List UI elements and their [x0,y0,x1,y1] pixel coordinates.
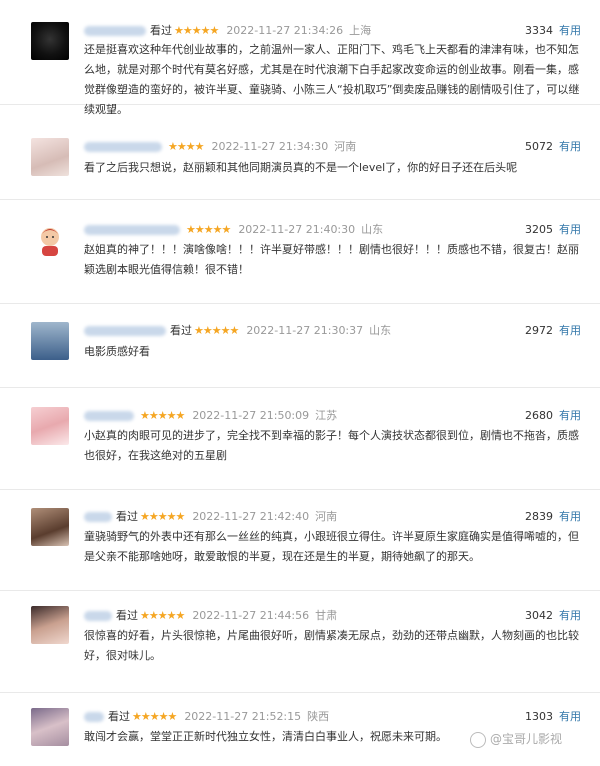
watermark-logo-icon [470,731,486,748]
comment-location: 河南 [334,140,357,153]
useful-button[interactable]: 有用 [559,609,581,622]
comment-location: 上海 [349,24,372,37]
avatar[interactable] [31,22,69,60]
rating-stars: ★★★★★ [140,409,185,422]
useful-button[interactable]: 有用 [559,324,581,337]
username-blurred[interactable] [84,26,146,36]
rating-stars: ★★★★★ [140,510,185,523]
comment-item: 看过 ★★★★★ 2022-11-27 21:30:37 山东 2972 有用 电影质感… [0,303,600,388]
vote-count: 1303 [525,710,553,723]
comment-meta: 看过 ★★★★★ 2022-11-27 21:52:15 陕西 [84,709,329,725]
vote-count: 3334 [525,24,553,37]
comment-time: 2022-11-27 21:34:26 [226,24,344,37]
rating-stars: ★★★★ [168,140,204,153]
watch-status: 看过 [170,324,192,337]
useful-button[interactable]: 有用 [559,24,581,37]
comment-item: ★★★★★ 2022-11-27 21:40:30 山东 3205 有用 赵姐真的神了… [0,199,600,304]
avatar[interactable] [31,407,69,445]
comment-text: 小赵真的肉眼可见的进步了，完全找不到幸福的影子！每个人演技状态都很到位，剧情也不… [84,429,579,462]
comment-text: 童骁骑野气的外表中还有那么一丝丝的纯真，小跟班很立得住。许半夏原生家庭确实是值得… [84,530,579,563]
watermark-text: @宝哥儿影视 [490,732,563,746]
comment-text: 很惊喜的好看，片头很惊艳，片尾曲很好听，剧情紧凑无尿点，劲劲的还带点幽默，人物刻… [84,629,579,662]
comment-meta: 看过 ★★★★★ 2022-11-27 21:34:26 上海 [84,23,371,39]
vote-area: 2680 有用 [525,408,581,424]
comment-time: 2022-11-27 21:40:30 [238,223,356,236]
comment-location: 河南 [315,510,338,523]
comment-location: 山东 [369,324,392,337]
rating-stars: ★★★★★ [174,24,219,37]
username-blurred[interactable] [84,225,180,235]
comment-location: 江苏 [315,409,338,422]
useful-button[interactable]: 有用 [559,710,581,723]
avatar[interactable] [31,508,69,546]
avatar[interactable] [31,221,69,259]
rating-stars: ★★★★★ [140,609,185,622]
username-blurred[interactable] [84,512,112,522]
useful-button[interactable]: 有用 [559,409,581,422]
useful-button[interactable]: 有用 [559,510,581,523]
vote-area: 3334 有用 [525,23,581,39]
comment-location: 山东 [361,223,384,236]
vote-count: 2839 [525,510,553,523]
username-blurred[interactable] [84,142,162,152]
vote-count: 2680 [525,409,553,422]
watch-status: 看过 [116,609,138,622]
comment-time: 2022-11-27 21:30:37 [246,324,364,337]
username-blurred[interactable] [84,411,134,421]
comment-time: 2022-11-27 21:34:30 [211,140,329,153]
comment-time: 2022-11-27 21:44:56 [192,609,310,622]
avatar[interactable] [31,606,69,644]
watch-status: 看过 [116,510,138,523]
username-blurred[interactable] [84,326,166,336]
comment-text: 赵姐真的神了！！！演啥像啥！！！许半夏好带感！！！剧情也很好！！！质感也不错，很… [84,243,579,276]
comment-meta: ★★★★★ 2022-11-27 21:40:30 山东 [84,222,383,238]
watch-status: 看过 [150,24,172,37]
rating-stars: ★★★★★ [132,710,177,723]
comment-meta: 看过 ★★★★★ 2022-11-27 21:42:40 河南 [84,509,337,525]
comment-list: 看过 ★★★★★ 2022-11-27 21:34:26 上海 3334 有用 还是挺喜… [0,0,600,766]
vote-area: 3042 有用 [525,608,581,624]
vote-count: 3042 [525,609,553,622]
watch-status: 看过 [108,710,130,723]
useful-button[interactable]: 有用 [559,140,581,153]
comment-text: 电影质感好看 [84,345,150,358]
comment-time: 2022-11-27 21:42:40 [192,510,310,523]
rating-stars: ★★★★★ [186,223,231,236]
vote-area: 1303 有用 [525,709,581,725]
watermark: @宝哥儿影视 [470,730,562,748]
rating-stars: ★★★★★ [194,324,239,337]
useful-button[interactable]: 有用 [559,223,581,236]
comment-time: 2022-11-27 21:50:09 [192,409,310,422]
comment-meta: 看过 ★★★★★ 2022-11-27 21:30:37 山东 [84,323,391,339]
avatar[interactable] [31,138,69,176]
username-blurred[interactable] [84,611,112,621]
vote-area: 2972 有用 [525,323,581,339]
comment-meta: 看过 ★★★★★ 2022-11-27 21:44:56 甘肃 [84,608,337,624]
vote-count: 2972 [525,324,553,337]
vote-count: 3205 [525,223,553,236]
vote-area: 5072 有用 [525,139,581,155]
cartoon-avatar-icon [41,228,59,256]
comment-location: 陕西 [307,710,330,723]
comment-item: ★★★★ 2022-11-27 21:34:30 河南 5072 有用 看了之后我只想… [0,104,600,200]
vote-area: 2839 有用 [525,509,581,525]
vote-area: 3205 有用 [525,222,581,238]
avatar[interactable] [31,322,69,360]
vote-count: 5072 [525,140,553,153]
comment-item: 看过 ★★★★★ 2022-11-27 21:42:40 河南 2839 有用 童骁骑野… [0,489,600,591]
avatar[interactable] [31,708,69,746]
comment-item: 看过 ★★★★★ 2022-11-27 21:34:26 上海 3334 有用 还是挺喜… [0,0,600,116]
comment-time: 2022-11-27 21:52:15 [184,710,302,723]
comment-item: 看过 ★★★★★ 2022-11-27 21:44:56 甘肃 3042 有用 很惊喜的… [0,590,600,693]
comment-text: 看了之后我只想说，赵丽颖和其他同期演员真的不是一个level了，你的好日子还在后… [84,161,518,174]
comment-item: ★★★★★ 2022-11-27 21:50:09 江苏 2680 有用 小赵真的肉眼… [0,387,600,490]
comment-item: 看过 ★★★★★ 2022-11-27 21:52:15 陕西 1303 有用 敢闯才会… [0,692,600,766]
comment-meta: ★★★★ 2022-11-27 21:34:30 河南 [84,139,356,155]
comment-location: 甘肃 [315,609,338,622]
comment-meta: ★★★★★ 2022-11-27 21:50:09 江苏 [84,408,337,424]
username-blurred[interactable] [84,712,104,722]
